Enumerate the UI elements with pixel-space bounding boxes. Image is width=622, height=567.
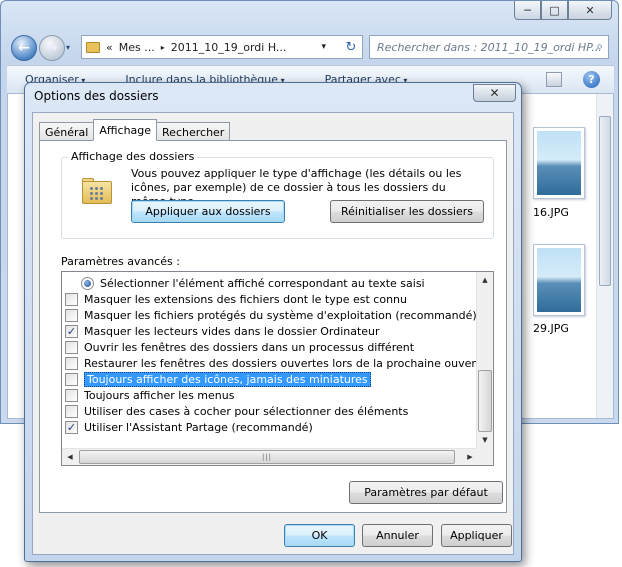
checkbox[interactable]	[65, 372, 78, 386]
checkbox[interactable]	[65, 388, 78, 402]
list-item-label: Restaurer les fenêtres des dossiers ouve…	[84, 356, 494, 370]
dialog-body: Général Affichage Rechercher Affichage d…	[32, 112, 514, 555]
list-item-label: Masquer les lecteurs vides dans le dossi…	[84, 324, 380, 338]
cancel-button[interactable]: Annuler	[362, 524, 433, 547]
list-item[interactable]: ✓ Masquer les lecteurs vides dans le dos…	[65, 323, 380, 339]
address-bar[interactable]: « Mes ... ▸ 2011_10_19_ordi H... ▾	[81, 35, 363, 59]
checkbox[interactable]	[65, 340, 78, 354]
tab-strip: Général Affichage Rechercher	[39, 119, 231, 141]
radio-dot	[84, 279, 91, 287]
minimize-button[interactable]: ─	[514, 1, 541, 20]
advanced-settings-label: Paramètres avancés :	[61, 255, 180, 268]
scroll-thumb[interactable]: |||	[79, 450, 455, 464]
apply-to-folders-button[interactable]: Appliquer aux dossiers	[131, 200, 285, 223]
address-overflow[interactable]: «	[106, 41, 113, 54]
list-item-label: Utiliser des cases à cocher pour sélecti…	[84, 404, 409, 418]
back-arrow-icon: ←	[18, 40, 30, 56]
list-item[interactable]: Toujours afficher les menus	[65, 387, 234, 403]
reset-folders-button[interactable]: Réinitialiser les dossiers	[330, 200, 484, 223]
radio-button[interactable]	[81, 276, 94, 290]
list-item[interactable]: Ouvrir les fenêtres des dossiers dans un…	[65, 339, 414, 355]
list-item[interactable]: Utiliser des cases à cocher pour sélecti…	[65, 403, 408, 419]
file-thumbnail[interactable]	[533, 244, 585, 316]
address-dropdown-icon[interactable]: ▾	[321, 42, 326, 52]
folder-options-dialog: Options des dossiers ✕ Général Affichage…	[24, 82, 522, 562]
list-item[interactable]: ✓ Utiliser l'Assistant Partage (recomman…	[65, 419, 313, 435]
close-icon: ✕	[585, 3, 595, 17]
checkbox-checked[interactable]: ✓	[65, 324, 78, 338]
address-separator-icon[interactable]: ▸	[161, 43, 165, 52]
file-thumbnail[interactable]	[533, 127, 585, 199]
vertical-scrollbar[interactable]	[596, 94, 613, 418]
scrollbar-corner	[476, 448, 493, 465]
apply-button[interactable]: Appliquer	[441, 524, 512, 547]
checkmark-icon: ✓	[66, 420, 77, 434]
folder-views-icon	[82, 178, 112, 204]
list-item-selected[interactable]: Toujours afficher des icônes, jamais des…	[65, 371, 371, 387]
group-label: Affichage des dossiers	[68, 150, 198, 163]
grid-dots-shape	[89, 186, 105, 200]
checkbox[interactable]	[65, 356, 78, 370]
forward-button[interactable]: →	[39, 35, 65, 61]
list-item[interactable]: Restaurer les fenêtres des dossiers ouve…	[65, 355, 494, 371]
preview-pane-icon[interactable]	[546, 72, 562, 87]
landscape-image	[537, 248, 581, 312]
search-icon: ⌕	[596, 39, 603, 53]
view-tab-panel: Affichage des dossiers Vous pouvez appli…	[39, 140, 507, 513]
scroll-thumb[interactable]	[599, 116, 611, 286]
maximize-button[interactable]: □	[541, 1, 568, 20]
forward-arrow-icon: →	[46, 40, 58, 56]
tab-general[interactable]: Général	[39, 122, 95, 141]
list-vertical-scrollbar[interactable]: ▲ ▼	[476, 272, 493, 448]
dialog-close-button[interactable]: ✕	[473, 84, 516, 102]
checkbox[interactable]	[65, 292, 78, 306]
checkbox[interactable]	[65, 404, 78, 418]
tab-view[interactable]: Affichage	[93, 119, 158, 141]
list-item-label: Ouvrir les fenêtres des dossiers dans un…	[84, 340, 415, 354]
checkbox-checked[interactable]: ✓	[65, 420, 78, 434]
maximize-icon: □	[549, 3, 560, 17]
advanced-settings-list[interactable]: Sélectionner l'élément affiché correspon…	[61, 271, 494, 466]
close-button[interactable]: ✕	[568, 1, 612, 20]
file-name[interactable]: 29.JPG	[533, 322, 569, 335]
list-item[interactable]: Masquer les extensions des fichiers dont…	[65, 291, 407, 307]
landscape-image	[537, 131, 581, 195]
list-item-label: Masquer les extensions des fichiers dont…	[84, 292, 407, 306]
search-input[interactable]: Rechercher dans : 2011_10_19_ordi HP... …	[369, 35, 609, 59]
address-segment-parent[interactable]: Mes ...	[119, 41, 155, 54]
restore-defaults-button[interactable]: Paramètres par défaut	[349, 481, 503, 504]
search-placeholder: Rechercher dans : 2011_10_19_ordi HP...	[377, 40, 602, 54]
folder-icon	[86, 41, 100, 53]
list-item-label: Sélectionner l'élément affiché correspon…	[100, 276, 425, 290]
close-icon: ✕	[489, 86, 500, 100]
list-item-label: Toujours afficher les menus	[84, 388, 235, 402]
scroll-left-icon[interactable]: ◀	[62, 449, 78, 465]
list-item[interactable]: Masquer les fichiers protégés du système…	[65, 307, 477, 323]
ok-button[interactable]: OK	[284, 524, 355, 547]
minimize-icon: ─	[524, 3, 531, 17]
checkbox[interactable]	[65, 308, 78, 322]
scroll-up-icon[interactable]: ▲	[477, 272, 493, 288]
list-horizontal-scrollbar[interactable]: ◀ ||| ▶	[62, 448, 478, 465]
checkmark-icon: ✓	[66, 324, 77, 338]
refresh-icon: ↻	[345, 39, 357, 55]
address-segment-current[interactable]: 2011_10_19_ordi H...	[171, 41, 287, 54]
refresh-button[interactable]: ↻	[339, 36, 363, 58]
caption-buttons: ─ □ ✕	[514, 1, 612, 20]
chevron-down-icon: ▾	[66, 43, 71, 52]
list-item-label: Utiliser l'Assistant Partage (recommandé…	[84, 420, 313, 434]
list-item-label: Masquer les fichiers protégés du système…	[84, 308, 477, 322]
recent-pages-dropdown[interactable]: ▾	[66, 43, 70, 52]
help-icon[interactable]: ?	[583, 71, 600, 88]
back-button[interactable]: ←	[11, 35, 37, 61]
list-item[interactable]: Sélectionner l'élément affiché correspon…	[81, 275, 425, 291]
scroll-down-icon[interactable]: ▼	[477, 432, 493, 448]
scroll-thumb[interactable]	[478, 370, 492, 432]
tab-search[interactable]: Rechercher	[156, 122, 231, 141]
file-name[interactable]: 16.JPG	[533, 206, 569, 219]
list-item-label: Toujours afficher des icônes, jamais des…	[84, 371, 371, 387]
folder-views-group: Affichage des dossiers Vous pouvez appli…	[61, 150, 494, 239]
dialog-title: Options des dossiers	[34, 89, 159, 103]
